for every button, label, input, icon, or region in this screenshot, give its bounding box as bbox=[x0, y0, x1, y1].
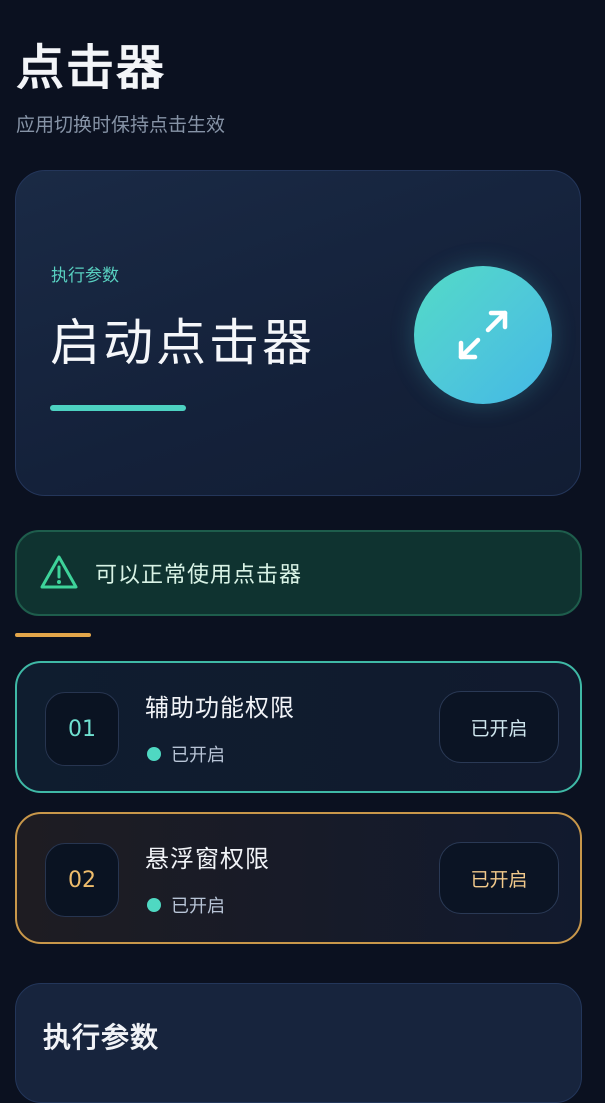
params-title: 执行参数 bbox=[43, 1021, 160, 1054]
status-dot-icon bbox=[147, 898, 161, 912]
alert-text: 可以正常使用点击器 bbox=[95, 563, 303, 588]
accessibility-enabled-button[interactable]: 已开启 bbox=[439, 691, 559, 763]
execution-params-card: 执行参数 bbox=[15, 983, 582, 1103]
permission-card-overlay[interactable]: 02 悬浮窗权限 已开启 已开启 bbox=[15, 812, 582, 944]
start-clicker-card[interactable]: 执行参数 启动点击器 bbox=[15, 170, 581, 496]
page-subtitle: 应用切换时保持点击生效 bbox=[16, 114, 226, 136]
start-clicker-button[interactable] bbox=[414, 266, 552, 404]
permission-number: 01 bbox=[45, 692, 119, 766]
status-alert: 可以正常使用点击器 bbox=[15, 530, 582, 616]
warning-triangle-icon bbox=[40, 555, 78, 589]
hero-underline bbox=[50, 405, 186, 411]
permission-status: 已开启 bbox=[147, 892, 225, 918]
permission-title: 悬浮窗权限 bbox=[145, 845, 270, 873]
permission-number: 02 bbox=[45, 843, 119, 917]
permission-card-accessibility[interactable]: 01 辅助功能权限 已开启 已开启 bbox=[15, 661, 582, 793]
permission-status-text: 已开启 bbox=[171, 896, 225, 917]
hero-label: 执行参数 bbox=[51, 266, 119, 286]
section-divider bbox=[15, 633, 91, 637]
page-title: 点击器 bbox=[16, 40, 167, 96]
overlay-enabled-button[interactable]: 已开启 bbox=[439, 842, 559, 914]
permission-title: 辅助功能权限 bbox=[145, 694, 295, 722]
expand-arrows-icon bbox=[458, 310, 508, 360]
hero-title: 启动点击器 bbox=[50, 314, 315, 372]
permission-status: 已开启 bbox=[147, 741, 225, 767]
permission-status-text: 已开启 bbox=[171, 745, 225, 766]
status-dot-icon bbox=[147, 747, 161, 761]
